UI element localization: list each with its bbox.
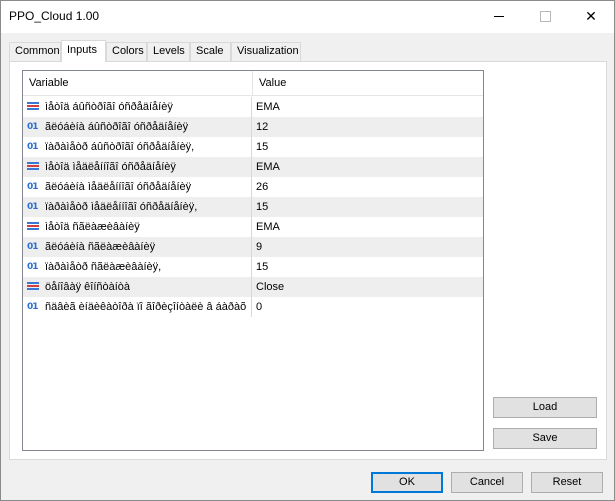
variable-label: ïàðàìåòð ìåäëåííîãî óñðåäíåíèÿ, <box>45 201 198 213</box>
variable-label: ãëóáèíà áûñòðîãî óñðåäíåíèÿ <box>45 121 189 133</box>
table-row[interactable]: ìåòîä áûñòðîãî óñðåäíåíèÿ EMA <box>23 97 483 117</box>
list-icon <box>27 102 39 112</box>
table-row[interactable]: 01 ãëóáèíà ñãëàæèâàíèÿ 9 <box>23 237 483 257</box>
variable-label: ìåòîä ñãëàæèâàíèÿ <box>45 221 140 233</box>
list-icon <box>27 222 39 232</box>
title-bar: PPO_Cloud 1.00 ✕ <box>1 1 614 33</box>
value-cell[interactable]: EMA <box>253 217 483 237</box>
maximize-button <box>522 1 568 32</box>
value-cell[interactable]: 15 <box>253 137 483 157</box>
value-cell[interactable]: EMA <box>253 157 483 177</box>
variable-label: ïàðàìåòð ñãëàæèâàíèÿ, <box>45 261 162 273</box>
value-cell[interactable]: 0 <box>253 297 483 317</box>
table-row[interactable]: öåíîâàÿ êîíñòàíòà Close <box>23 277 483 297</box>
minimize-button[interactable] <box>476 1 522 32</box>
column-header-variable[interactable]: Variable <box>23 71 253 96</box>
variable-cell: öåíîâàÿ êîíñòàíòà <box>23 277 252 297</box>
close-icon: ✕ <box>585 8 597 24</box>
variable-label: öåíîâàÿ êîíñòàíòà <box>45 281 131 293</box>
save-button[interactable]: Save <box>493 428 597 449</box>
number-icon: 01 <box>27 202 39 212</box>
tab-common[interactable]: Common <box>9 42 61 61</box>
tab-levels[interactable]: Levels <box>147 42 190 61</box>
grid-header: Variable Value <box>23 71 483 96</box>
variable-cell: ìåòîä ñãëàæèâàíèÿ <box>23 217 252 237</box>
variable-label: ïàðàìåòð áûñòðîãî óñðåäíåíèÿ, <box>45 141 195 153</box>
table-row[interactable]: ìåòîä ñãëàæèâàíèÿ EMA <box>23 217 483 237</box>
inputs-grid: Variable Value ìåòîä áûñòðîãî óñðåäíåíèÿ… <box>22 70 484 451</box>
window-title: PPO_Cloud 1.00 <box>9 9 100 23</box>
value-cell[interactable]: EMA <box>253 97 483 117</box>
ok-button[interactable]: OK <box>371 472 443 493</box>
list-icon <box>27 162 39 172</box>
number-icon: 01 <box>27 302 39 312</box>
variable-cell: ìåòîä áûñòðîãî óñðåäíåíèÿ <box>23 97 252 117</box>
value-cell[interactable]: 26 <box>253 177 483 197</box>
variable-cell: 01 ãëóáèíà ìåäëåííîãî óñðåäíåíèÿ <box>23 177 252 197</box>
value-cell[interactable]: 9 <box>253 237 483 257</box>
table-row[interactable]: 01 ãëóáèíà ìåäëåííîãî óñðåäíåíèÿ 26 <box>23 177 483 197</box>
inputs-panel: Variable Value ìåòîä áûñòðîãî óñðåäíåíèÿ… <box>9 61 607 460</box>
list-icon <box>27 282 39 292</box>
variable-label: ãëóáèíà ñãëàæèâàíèÿ <box>45 241 156 253</box>
value-cell[interactable]: 12 <box>253 117 483 137</box>
variable-cell: 01 ïàðàìåòð ñãëàæèâàíèÿ, <box>23 257 252 277</box>
cancel-button[interactable]: Cancel <box>451 472 523 493</box>
variable-cell: 01 ãëóáèíà ñãëàæèâàíèÿ <box>23 237 252 257</box>
reset-button[interactable]: Reset <box>531 472 603 493</box>
number-icon: 01 <box>27 242 39 252</box>
variable-label: ñäâèã èíäèêàòîðà ïî ãîðèçîíòàëè â áàðàõ <box>45 301 247 313</box>
table-row[interactable]: 01 ïàðàìåòð áûñòðîãî óñðåäíåíèÿ, 15 <box>23 137 483 157</box>
number-icon: 01 <box>27 262 39 272</box>
table-row[interactable]: 01 ñäâèã èíäèêàòîðà ïî ãîðèçîíòàëè â áàðà… <box>23 297 483 317</box>
number-icon: 01 <box>27 142 39 152</box>
close-button[interactable]: ✕ <box>568 1 614 32</box>
variable-label: ìåòîä áûñòðîãî óñðåäíåíèÿ <box>45 101 173 113</box>
variable-label: ãëóáèíà ìåäëåííîãî óñðåäíåíèÿ <box>45 181 192 193</box>
variable-cell: 01 ïàðàìåòð ìåäëåííîãî óñðåäíåíèÿ, <box>23 197 252 217</box>
table-row[interactable]: 01 ãëóáèíà áûñòðîãî óñðåäíåíèÿ 12 <box>23 117 483 137</box>
tab-colors[interactable]: Colors <box>106 42 147 61</box>
variable-cell: ìåòîä ìåäëåííîãî óñðåäíåíèÿ <box>23 157 252 177</box>
value-cell[interactable]: 15 <box>253 257 483 277</box>
variable-cell: 01 ïàðàìåòð áûñòðîãî óñðåäíåíèÿ, <box>23 137 252 157</box>
tab-visualization[interactable]: Visualization <box>231 42 301 61</box>
column-header-value[interactable]: Value <box>253 71 483 96</box>
value-cell[interactable]: 15 <box>253 197 483 217</box>
variable-cell: 01 ãëóáèíà áûñòðîãî óñðåäíåíèÿ <box>23 117 252 137</box>
variable-cell: 01 ñäâèã èíäèêàòîðà ïî ãîðèçîíòàëè â áàðà… <box>23 297 252 317</box>
table-row[interactable]: 01 ïàðàìåòð ìåäëåííîãî óñðåäíåíèÿ, 15 <box>23 197 483 217</box>
table-row[interactable]: ìåòîä ìåäëåííîãî óñðåäíåíèÿ EMA <box>23 157 483 177</box>
number-icon: 01 <box>27 122 39 132</box>
number-icon: 01 <box>27 182 39 192</box>
value-cell[interactable]: Close <box>253 277 483 297</box>
tab-scale[interactable]: Scale <box>190 42 231 61</box>
variable-label: ìåòîä ìåäëåííîãî óñðåäíåíèÿ <box>45 161 176 173</box>
load-button[interactable]: Load <box>493 397 597 418</box>
tab-inputs[interactable]: Inputs <box>61 40 106 62</box>
dialog-window: PPO_Cloud 1.00 ✕ Common Inputs Colors Le… <box>0 0 615 501</box>
table-row[interactable]: 01 ïàðàìåòð ñãëàæèâàíèÿ, 15 <box>23 257 483 277</box>
